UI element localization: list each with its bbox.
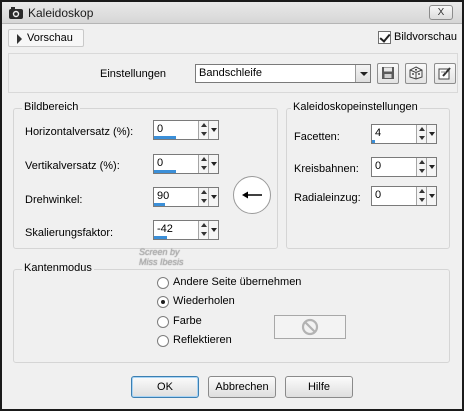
- radial-pull-input[interactable]: 0: [371, 186, 437, 206]
- window-title: Kaleidoskop: [28, 6, 94, 20]
- scale-factor-value: -42: [157, 223, 173, 235]
- edge-mode-reflect-radio[interactable]: [157, 335, 169, 347]
- vertical-offset-input[interactable]: 0: [153, 154, 219, 174]
- edge-mode-color-label: Farbe: [173, 315, 202, 327]
- ok-button[interactable]: OK: [131, 376, 199, 398]
- facets-value: 4: [375, 127, 382, 139]
- facets-level: [372, 140, 375, 143]
- scale-factor-input[interactable]: -42: [153, 220, 219, 240]
- vertical-offset-value: 0: [157, 157, 164, 169]
- scale-factor-level: [154, 236, 167, 239]
- spinner-arrows-icon[interactable]: [198, 221, 208, 239]
- title-bar: Kaleidoskop X: [2, 2, 462, 24]
- watermark-line: Miss Ibesis: [139, 257, 184, 267]
- rotation-angle-level: [154, 203, 165, 206]
- preview-toggle-label: Vorschau: [27, 32, 73, 44]
- preset-select[interactable]: Bandschleife: [195, 64, 371, 83]
- spinner-arrows-icon[interactable]: [198, 155, 208, 173]
- preset-value: Bandschleife: [199, 67, 262, 79]
- orbits-label: Kreisbahnen:: [294, 163, 359, 175]
- dice-icon: [409, 66, 423, 80]
- horizontal-offset-level: [154, 136, 176, 139]
- app-icon: [9, 7, 23, 19]
- chevron-down-icon[interactable]: [426, 158, 436, 176]
- facets-label: Facetten:: [294, 131, 340, 143]
- edge-mode-repeat-label: Wiederholen: [173, 295, 235, 307]
- chevron-down-icon[interactable]: [208, 188, 218, 206]
- chevron-down-icon[interactable]: [208, 221, 218, 239]
- edge-mode-wrap-label: Andere Seite übernehmen: [173, 276, 302, 288]
- settings-label: Einstellungen: [100, 68, 167, 80]
- spinner-arrows-icon[interactable]: [198, 121, 208, 139]
- radial-pull-label: Radialeinzug:: [294, 192, 361, 204]
- spinner-arrows-icon[interactable]: [416, 187, 426, 205]
- rotation-angle-label: Drehwinkel:: [25, 194, 83, 206]
- edit-reset-icon: [438, 67, 451, 80]
- chevron-down-icon[interactable]: [355, 65, 370, 82]
- edge-mode-wrap-radio[interactable]: [157, 277, 169, 289]
- spinner-arrows-icon[interactable]: [416, 158, 426, 176]
- chevron-down-icon[interactable]: [208, 155, 218, 173]
- randomize-button[interactable]: [405, 63, 427, 84]
- vertical-offset-level: [154, 170, 176, 173]
- horizontal-offset-value: 0: [157, 123, 164, 135]
- close-button[interactable]: X: [429, 5, 453, 20]
- cancel-button[interactable]: Abbrechen: [208, 376, 276, 398]
- image-area-title: Bildbereich: [22, 101, 81, 113]
- orbits-value: 0: [375, 160, 382, 172]
- spinner-arrows-icon[interactable]: [416, 125, 426, 143]
- edge-mode-reflect-label: Reflektieren: [173, 334, 232, 346]
- expand-arrow-icon: [17, 34, 22, 44]
- edge-mode-color-radio[interactable]: [157, 316, 169, 328]
- live-preview-checkbox[interactable]: [378, 31, 391, 44]
- scale-factor-label: Skalierungsfaktor:: [25, 227, 114, 239]
- arrow-left-icon: [242, 191, 262, 199]
- rotation-angle-value: 90: [157, 190, 170, 202]
- edge-mode-title: Kantenmodus: [22, 262, 94, 274]
- rotation-angle-input[interactable]: 90: [153, 187, 219, 207]
- edge-mode-repeat-radio[interactable]: [157, 296, 169, 308]
- radial-pull-value: 0: [375, 189, 382, 201]
- chevron-down-icon[interactable]: [426, 125, 436, 143]
- no-color-icon: [301, 318, 319, 336]
- preview-toggle-button[interactable]: Vorschau: [8, 29, 84, 47]
- reset-button[interactable]: [434, 63, 456, 84]
- edge-color-button[interactable]: [274, 315, 346, 339]
- save-preset-button[interactable]: [377, 63, 399, 84]
- watermark-line: Screen by: [139, 247, 180, 257]
- facets-input[interactable]: 4: [371, 124, 437, 144]
- chevron-down-icon[interactable]: [426, 187, 436, 205]
- watermark: Screen by Miss Ibesis: [139, 247, 184, 267]
- rotation-dial[interactable]: [233, 176, 271, 214]
- chevron-down-icon[interactable]: [208, 121, 218, 139]
- floppy-disk-icon: [382, 67, 394, 79]
- kaleidoscope-dialog: Kaleidoskop X Vorschau Bildvorschau Eins…: [0, 0, 464, 411]
- help-button[interactable]: Hilfe: [285, 376, 353, 398]
- horizontal-offset-label: Horizontalversatz (%):: [25, 126, 134, 138]
- kaleidoscope-settings-title: Kaleidoskopeinstellungen: [291, 101, 420, 113]
- spinner-arrows-icon[interactable]: [198, 188, 208, 206]
- vertical-offset-label: Vertikalversatz (%):: [25, 160, 120, 172]
- orbits-input[interactable]: 0: [371, 157, 437, 177]
- live-preview-label: Bildvorschau: [394, 31, 457, 43]
- horizontal-offset-input[interactable]: 0: [153, 120, 219, 140]
